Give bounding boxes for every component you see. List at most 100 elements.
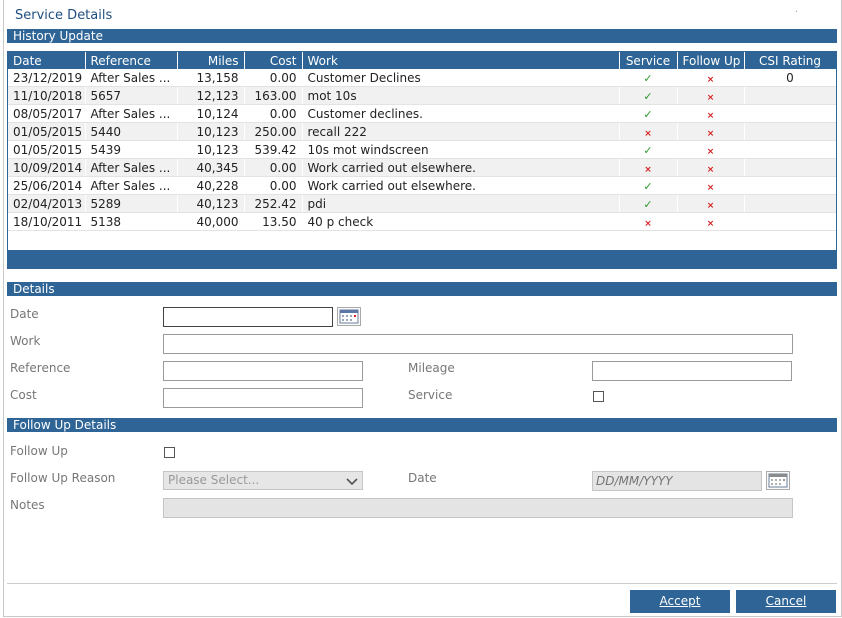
cell-work: Work carried out elsewhere. xyxy=(302,158,620,177)
mileage-input[interactable] xyxy=(592,361,792,381)
mileage-label: Mileage xyxy=(408,361,455,375)
cell-service: ✓ xyxy=(619,69,678,87)
date-input[interactable] xyxy=(163,307,333,327)
date-label: Date xyxy=(10,307,39,321)
table-row[interactable]: 10/09/2014 After Sales ... 40,345 0.00 Work … xyxy=(8,158,836,177)
cell-reference: 5657 xyxy=(85,86,178,105)
calendar-icon-follow-up[interactable] xyxy=(766,471,790,490)
work-label: Work xyxy=(10,334,41,348)
col-cost[interactable]: Cost xyxy=(244,52,303,69)
follow-up-reason-label: Follow Up Reason xyxy=(10,471,116,485)
cell-miles: 40,345 xyxy=(177,158,245,177)
check-icon: ✓ xyxy=(643,71,653,85)
cell-date: 23/12/2019 xyxy=(8,69,86,87)
cross-icon: × xyxy=(706,182,715,193)
col-miles[interactable]: Miles xyxy=(177,52,245,69)
cell-date: 25/06/2014 xyxy=(8,176,86,195)
cell-service: ✓ xyxy=(619,140,678,159)
check-icon: ✓ xyxy=(643,107,653,121)
cell-miles: 10,123 xyxy=(177,122,245,141)
cell-date: 11/10/2018 xyxy=(8,86,86,105)
cost-label: Cost xyxy=(10,388,37,402)
cell-csi-rating xyxy=(743,176,836,195)
cell-follow-up: × xyxy=(677,86,745,105)
table-row[interactable]: 23/12/2019 After Sales ... 13,158 0.00 Custo… xyxy=(8,69,836,87)
cell-date: 02/04/2013 xyxy=(8,194,86,213)
cross-icon: × xyxy=(706,164,715,175)
cross-icon: × xyxy=(706,128,715,139)
col-service[interactable]: Service xyxy=(619,52,678,69)
follow-up-checkbox[interactable] xyxy=(164,447,175,458)
cell-cost: 0.00 xyxy=(244,176,303,195)
table-row[interactable]: 11/10/2018 5657 12,123 163.00 mot 10s ✓ × xyxy=(8,86,836,105)
service-checkbox[interactable] xyxy=(593,391,604,402)
cell-service: × xyxy=(619,158,678,177)
cell-miles: 40,000 xyxy=(177,212,245,231)
cell-cost: 13.50 xyxy=(244,212,303,231)
notes-input[interactable] xyxy=(163,498,793,518)
table-row[interactable]: 08/05/2017 After Sales ... 10,124 0.00 Custo… xyxy=(8,104,836,123)
check-icon: ✓ xyxy=(643,89,653,103)
cell-csi-rating xyxy=(743,104,836,123)
cell-work: recall 222 xyxy=(302,122,620,141)
cross-icon: × xyxy=(706,74,715,85)
cross-icon: × xyxy=(644,128,652,139)
cross-icon: × xyxy=(706,218,715,229)
follow-up-header: Follow Up Details xyxy=(7,418,837,432)
cell-follow-up: × xyxy=(677,104,745,123)
cell-reference: After Sales ... xyxy=(85,176,178,195)
cell-service: ✓ xyxy=(619,176,678,195)
check-icon: ✓ xyxy=(643,179,653,193)
cell-miles: 13,158 xyxy=(177,69,245,87)
table-row[interactable]: 02/04/2013 5289 40,123 252.42 pdi ✓ × xyxy=(8,194,836,213)
cell-cost: 539.42 xyxy=(244,140,303,159)
follow-up-date-label: Date xyxy=(408,471,437,485)
cell-miles: 10,124 xyxy=(177,104,245,123)
cost-input[interactable] xyxy=(163,388,363,408)
calendar-icon[interactable] xyxy=(337,307,361,326)
cell-reference: After Sales ... xyxy=(85,158,178,177)
cell-csi-rating xyxy=(743,86,836,105)
cell-date: 10/09/2014 xyxy=(8,158,86,177)
cell-reference: 5440 xyxy=(85,122,178,141)
cell-work: mot 10s xyxy=(302,86,620,105)
follow-up-date-input[interactable] xyxy=(592,471,762,491)
follow-up-reason-select[interactable]: Please Select... xyxy=(163,471,363,490)
col-follow-up[interactable]: Follow Up xyxy=(677,52,745,69)
col-reference[interactable]: Reference xyxy=(85,52,178,69)
table-row[interactable]: 01/05/2015 5439 10,123 539.42 10s mot windsc… xyxy=(8,140,836,159)
check-icon: ✓ xyxy=(643,197,653,211)
cell-cost: 0.00 xyxy=(244,69,303,87)
cross-icon: × xyxy=(706,110,715,121)
notes-label: Notes xyxy=(10,498,45,512)
cell-miles: 40,123 xyxy=(177,194,245,213)
col-work[interactable]: Work xyxy=(302,52,620,69)
cancel-button[interactable]: Cancel xyxy=(736,590,836,613)
table-row[interactable]: 18/10/2011 5138 40,000 13.50 40 p check × × xyxy=(8,212,836,231)
cell-work: Customer declines. xyxy=(302,104,620,123)
cell-csi-rating xyxy=(743,140,836,159)
cross-icon: × xyxy=(644,164,652,175)
cell-csi-rating xyxy=(743,158,836,177)
cell-reference: 5289 xyxy=(85,194,178,213)
reference-input[interactable] xyxy=(163,361,363,381)
cell-cost: 0.00 xyxy=(244,158,303,177)
cell-cost: 252.42 xyxy=(244,194,303,213)
cell-service: ✓ xyxy=(619,104,678,123)
cell-reference: After Sales ... xyxy=(85,69,178,87)
cell-service: ✓ xyxy=(619,86,678,105)
accept-button[interactable]: Accept xyxy=(630,590,730,613)
cell-follow-up: × xyxy=(677,212,745,231)
table-row[interactable]: 01/05/2015 5440 10,123 250.00 recall 222 × × xyxy=(8,122,836,141)
empty-row xyxy=(8,230,836,248)
cell-follow-up: × xyxy=(677,176,745,195)
table-row[interactable]: 25/06/2014 After Sales ... 40,228 0.00 Work … xyxy=(8,176,836,195)
col-csi-rating[interactable]: CSI Rating xyxy=(744,52,836,69)
cell-csi-rating xyxy=(743,194,836,213)
footer-divider xyxy=(7,583,837,584)
cell-work: 40 p check xyxy=(302,212,620,231)
work-input[interactable] xyxy=(163,334,793,354)
service-label: Service xyxy=(408,388,453,402)
col-date[interactable]: Date xyxy=(8,52,86,69)
check-icon: ✓ xyxy=(643,143,653,157)
